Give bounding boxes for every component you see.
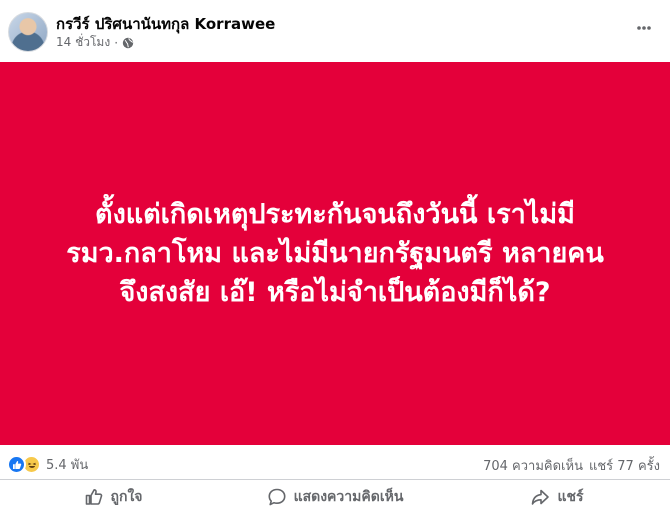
share-button[interactable]: แชร์ (452, 482, 662, 508)
comment-icon (267, 487, 287, 507)
comment-count[interactable]: 704 ความคิดเห็น (483, 455, 583, 476)
post-text-banner[interactable]: ตั้งแต่เกิดเหตุประทะกันจนถึงวันนี้ เราไม… (0, 62, 670, 445)
globe-icon[interactable] (122, 37, 134, 49)
share-count[interactable]: แชร์ 77 ครั้ง (589, 455, 660, 476)
post-actions: ถูกใจ แสดงความคิดเห็น แชร์ (0, 482, 670, 508)
like-button[interactable]: ถูกใจ (8, 482, 218, 508)
like-reaction-icon (7, 455, 26, 474)
post-header: กรวีร์ ปริศนานันทกุล Korrawee 14 ชั่วโมง… (0, 0, 670, 62)
post-time[interactable]: 14 ชั่วโมง (56, 33, 110, 52)
more-options-button[interactable] (626, 12, 662, 48)
comment-button[interactable]: แสดงความคิดเห็น (230, 482, 440, 508)
thumbs-up-icon (84, 487, 104, 507)
reaction-count: 5.4 พัน (46, 458, 89, 473)
comment-label: แสดงความคิดเห็น (293, 488, 404, 504)
post-card: กรวีร์ ปริศนานันทกุล Korrawee 14 ชั่วโมง… (0, 0, 670, 508)
share-icon (530, 487, 550, 507)
post-line-2: รมว.กลาโหม และไม่มีนายกรัฐมนตรี หลายคน (66, 238, 604, 269)
post-line-3: จึงสงสัย เอ๊! หรือไม่จำเป็นต้องมีก็ได้? (119, 277, 551, 308)
more-dots-icon (635, 19, 653, 41)
post-meta: 14 ชั่วโมง · (56, 33, 134, 52)
post-line-1: ตั้งแต่เกิดเหตุประทะกันจนถึงวันนี้ เราไม… (95, 199, 575, 230)
share-label: แชร์ (557, 488, 584, 504)
like-label: ถูกใจ (110, 488, 143, 504)
reactions-summary[interactable]: 5.4 พัน (7, 454, 88, 475)
avatar[interactable] (8, 12, 48, 52)
post-body-text: ตั้งแต่เกิดเหตุประทะกันจนถึงวันนี้ เราไม… (30, 195, 640, 312)
engagement-counts: 704 ความคิดเห็น แชร์ 77 ครั้ง (483, 455, 660, 476)
meta-separator: · (114, 35, 119, 50)
post-stats: 5.4 พัน 704 ความคิดเห็น แชร์ 77 ครั้ง (0, 450, 670, 480)
